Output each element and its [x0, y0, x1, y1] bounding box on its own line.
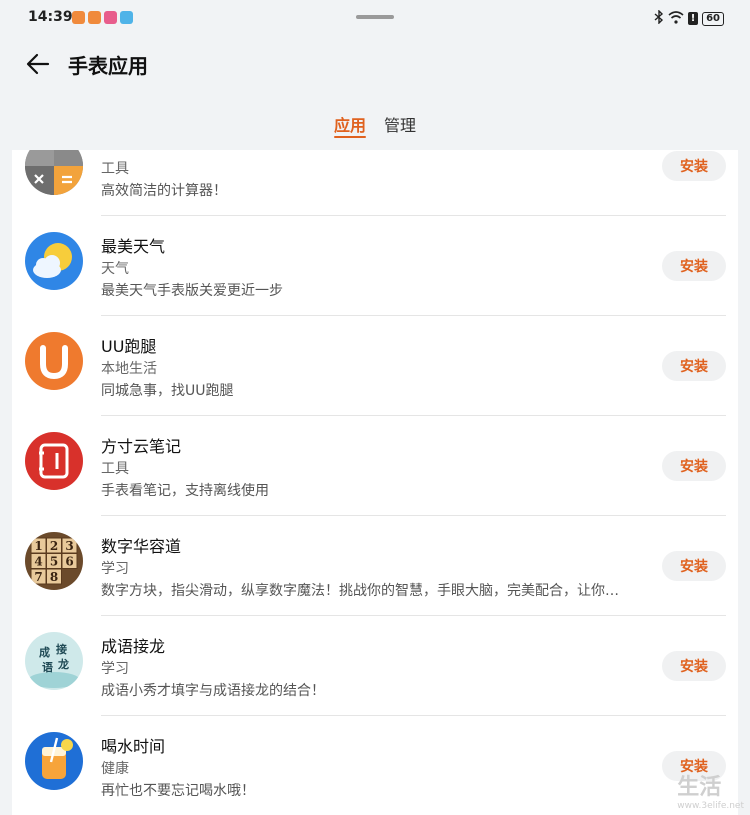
number-puzzle-icon: 1 2 3 4 5 6 7 8 [25, 532, 83, 590]
list-item[interactable]: 成 接 语 龙 成语接龙 学习 成语小秀才填字与成语接龙的结合！ 安装 [12, 616, 738, 716]
app-category: 天气 [101, 261, 129, 277]
back-arrow-icon [26, 53, 50, 75]
install-button[interactable]: 安装 [662, 251, 726, 281]
app-category: 本地生活 [101, 361, 157, 377]
drink-water-icon [25, 732, 83, 790]
app-name: 方寸云笔记 [101, 437, 182, 456]
watermark-url: www.3elife.net [677, 801, 744, 811]
puzzle-tile: 1 [34, 539, 42, 553]
idiom-char: 语 [42, 660, 53, 674]
battery-indicator: 60 [702, 11, 724, 26]
install-button[interactable]: 安装 [662, 351, 726, 381]
drag-handle[interactable] [356, 15, 394, 19]
puzzle-tile: 4 [34, 555, 42, 569]
install-button[interactable]: 安装 [662, 551, 726, 581]
app-category: 学习 [101, 561, 129, 577]
weather-icon [25, 232, 83, 290]
notification-app-icon [88, 11, 101, 24]
notification-icons [72, 11, 133, 24]
list-item[interactable]: UU跑腿 本地生活 同城急事，找UU跑腿 安装 [12, 316, 738, 416]
puzzle-tile: 7 [34, 570, 42, 584]
idiom-char: 接 [56, 642, 67, 656]
puzzle-tile: 8 [50, 570, 58, 584]
notebook-icon [25, 432, 83, 490]
bluetooth-icon [654, 9, 664, 27]
tab-apps[interactable]: 应用 [334, 112, 366, 136]
app-description: 手表看笔记，支持离线使用 [101, 483, 269, 499]
calculator-icon [25, 150, 83, 195]
uu-errand-icon [25, 332, 83, 390]
puzzle-tile: 6 [65, 555, 73, 569]
app-name: 最美天气 [101, 237, 166, 256]
app-description: 数字方块，指尖滑动，纵享数字魔法！挑战你的智慧，手眼大脑，完美配合，让你… [101, 583, 619, 599]
install-button[interactable]: 安装 [662, 451, 726, 481]
idiom-char: 成 [39, 645, 50, 659]
app-description: 同城急事，找UU跑腿 [101, 383, 234, 399]
notification-app-icon [120, 11, 133, 24]
system-icons: ! 60 [654, 9, 724, 27]
app-name: 喝水时间 [101, 737, 166, 756]
app-list: 工具 高效简洁的计算器！ 安装 最美天气 天气 最美天气手表版关爱更近一步 安装… [12, 150, 738, 815]
alert-icon: ! [688, 12, 699, 25]
list-item[interactable]: 最美天气 天气 最美天气手表版关爱更近一步 安装 [12, 216, 738, 316]
install-button[interactable]: 安装 [662, 651, 726, 681]
install-button[interactable]: 安装 [662, 151, 726, 181]
puzzle-tile: 3 [65, 539, 73, 553]
list-item[interactable]: 方寸云笔记 工具 手表看笔记，支持离线使用 安装 [12, 416, 738, 516]
puzzle-tile: 5 [50, 555, 58, 569]
notification-app-icon [104, 11, 117, 24]
app-description: 再忙也不要忘记喝水哦！ [101, 783, 255, 799]
app-name: UU跑腿 [101, 337, 157, 356]
notification-app-icon [72, 11, 85, 24]
app-category: 工具 [101, 161, 129, 177]
tab-manage[interactable]: 管理 [384, 112, 416, 136]
app-name: 数字华容道 [101, 537, 182, 556]
back-button[interactable] [24, 50, 52, 78]
idiom-icon: 成 接 语 龙 [25, 632, 83, 690]
active-tab-indicator [334, 136, 366, 138]
app-description: 成语小秀才填字与成语接龙的结合！ [101, 683, 325, 699]
page-title: 手表应用 [68, 54, 148, 78]
app-category: 工具 [101, 461, 129, 477]
idiom-char: 龙 [57, 657, 69, 671]
app-description: 最美天气手表版关爱更近一步 [101, 283, 283, 299]
app-category: 健康 [101, 761, 129, 777]
puzzle-tile: 2 [50, 539, 58, 553]
list-item[interactable]: 喝水时间 健康 再忙也不要忘记喝水哦！ 安装 [12, 716, 738, 815]
app-description: 高效简洁的计算器！ [101, 183, 227, 199]
status-bar: 14:39 ! 60 [0, 0, 750, 36]
list-item[interactable]: 工具 高效简洁的计算器！ 安装 [12, 150, 738, 216]
app-name: 成语接龙 [101, 637, 166, 656]
wifi-icon [668, 10, 684, 27]
app-category: 学习 [101, 661, 129, 677]
watermark-text: 生活 [677, 775, 722, 800]
watermark: 生活 www.3elife.net [677, 769, 744, 811]
list-item[interactable]: 1 2 3 4 5 6 7 8 数字华容道 学习 数字方块，指尖滑动，纵享数字魔… [12, 516, 738, 616]
status-time: 14:39 [28, 9, 73, 25]
